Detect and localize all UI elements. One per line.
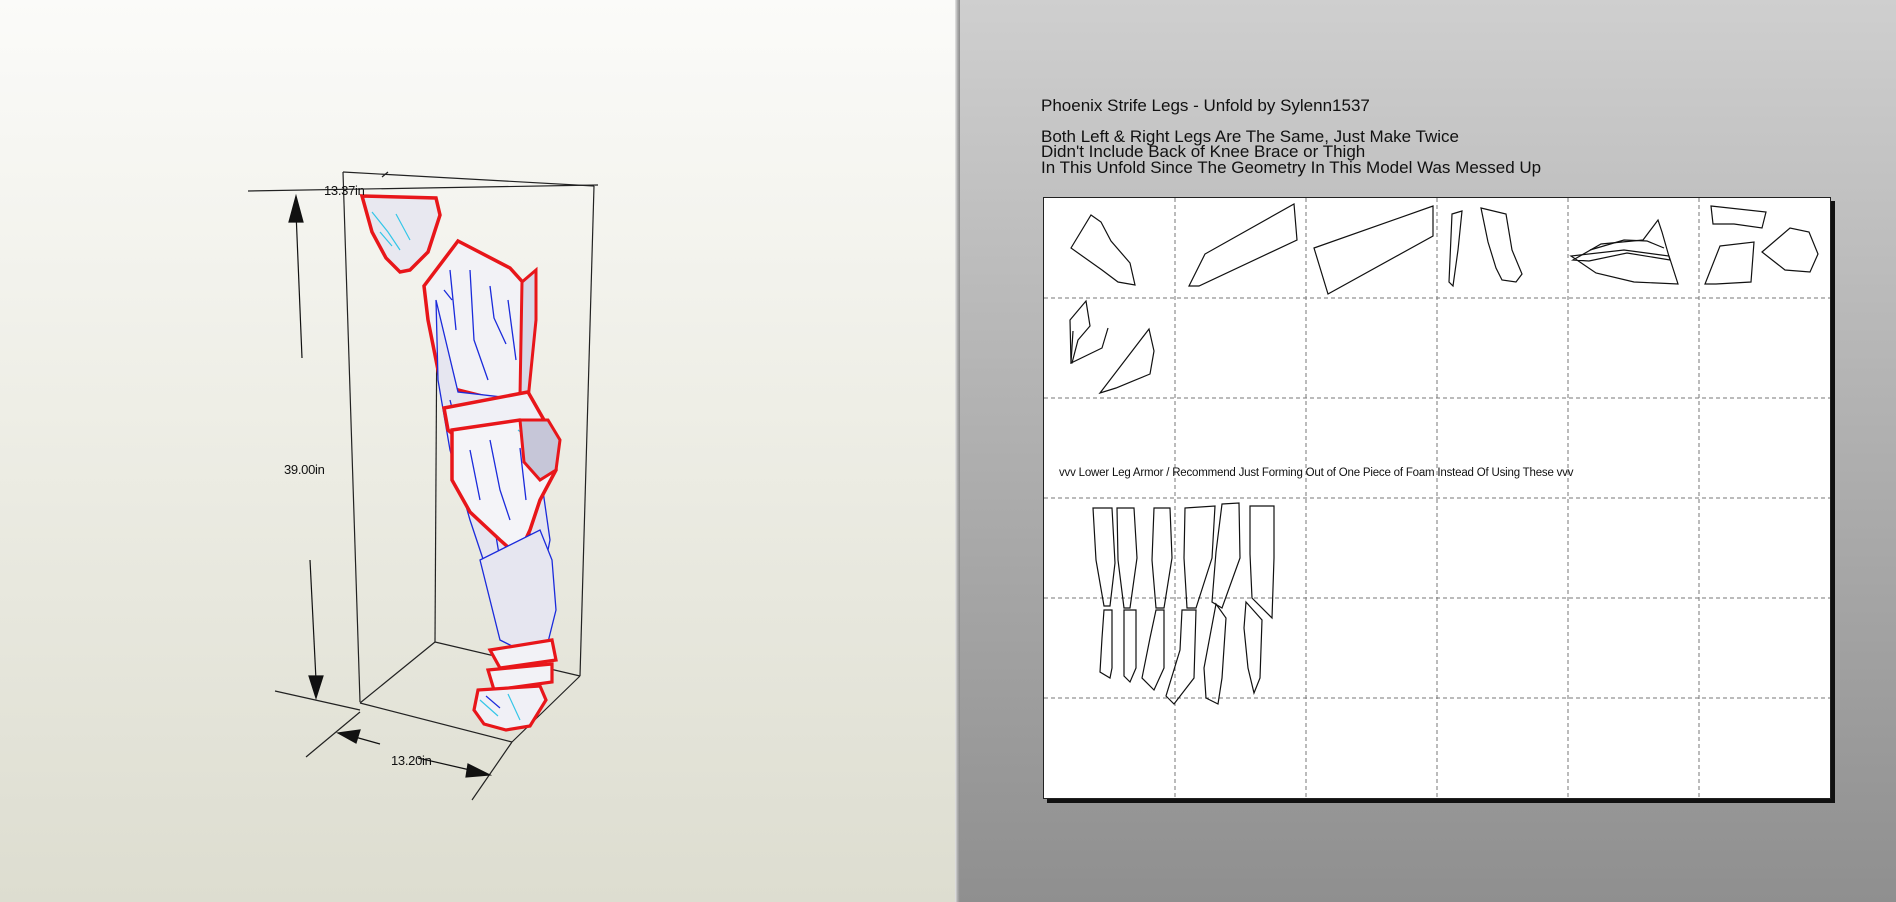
pattern-parts bbox=[1069, 203, 1819, 705]
unfold-title: Phoenix Strife Legs - Unfold by Sylenn15… bbox=[1041, 96, 1370, 115]
unfold-notes: Phoenix Strife Legs - Unfold by Sylenn15… bbox=[1041, 96, 1542, 177]
3d-model-view[interactable]: 13.37in 39.00in 13.20in bbox=[0, 0, 955, 902]
lower-leg-label: vvv Lower Leg Armor / Recommend Just For… bbox=[1059, 467, 1574, 479]
dimension-width-label: 13.37in bbox=[324, 183, 365, 198]
dimension-depth-label: 13.20in bbox=[391, 753, 432, 768]
print-sheet[interactable]: vvv Lower Leg Armor / Recommend Just For… bbox=[1043, 197, 1831, 799]
page-grid bbox=[1044, 198, 1830, 798]
note-line: In This Unfold Since The Geometry In Thi… bbox=[1041, 157, 1542, 177]
2d-pattern-view[interactable]: Phoenix Strife Legs - Unfold by Sylenn15… bbox=[960, 0, 1896, 902]
dimension-height-label: 39.00in bbox=[284, 462, 325, 477]
leg-model bbox=[359, 194, 562, 732]
pepakura-window: 13.37in 39.00in 13.20in Phoenix Strife L… bbox=[0, 0, 1896, 902]
sheet-canvas bbox=[1044, 198, 1830, 798]
model-viewport bbox=[247, 171, 599, 801]
